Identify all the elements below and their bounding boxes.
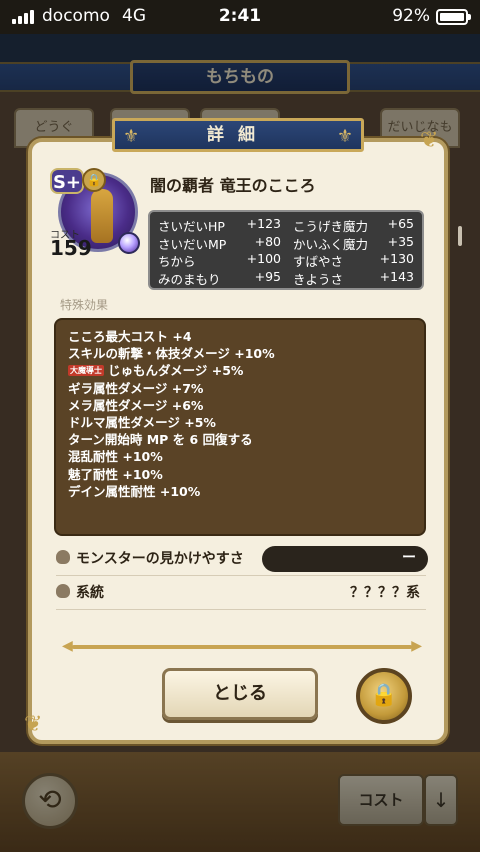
status-bar: docomo 4G 2:41 92% — [0, 0, 480, 34]
divider-line — [56, 609, 426, 610]
stat-name: さいだいMP — [158, 236, 227, 252]
fleur-icon: ⚜ — [336, 126, 353, 147]
stat-row: さいだいHP +123 こうげき魔力 +65 — [158, 216, 414, 234]
effect-item: スキルの斬撃・体技ダメージ +10% — [68, 346, 275, 362]
effect-item: 混乱耐性 +10% — [68, 449, 163, 465]
stat-value: +35 — [387, 233, 414, 249]
arrow-right-icon: ▶ — [411, 638, 422, 654]
battery-icon — [436, 9, 471, 25]
special-effects-label: 特殊効果 — [60, 298, 109, 312]
fleur-icon: ⚜ — [123, 126, 140, 147]
lock-toggle-button[interactable]: 🔒 — [356, 668, 412, 724]
effect-item: メラ属性ダメージ +6% — [68, 397, 204, 413]
visibility-row: モンスターの見かけやすさ ー — [56, 546, 428, 572]
effect-item: ターン開始時 MP を 6 回復する — [68, 432, 253, 448]
dialog-title-text: 詳細 — [207, 125, 269, 145]
battery-percent: 92% — [392, 6, 430, 26]
stat-value: +95 — [254, 268, 281, 284]
lineage-label: 系統 — [76, 585, 104, 601]
stat-name: みのまもり — [158, 271, 221, 287]
orb-icon — [118, 232, 140, 254]
effect-item: 大魔導士 じゅもんダメージ +5% — [68, 363, 244, 379]
monster-name: 闇の覇者 竜王のこころ — [150, 176, 316, 195]
stat-row: さいだいMP +80 かいふく魔力 +35 — [158, 234, 414, 252]
stat-row: ちから +100 すばやさ +130 — [158, 251, 414, 269]
stat-value: +65 — [387, 216, 414, 231]
visibility-label: モンスターの見かけやすさ — [76, 551, 244, 567]
stat-name: すばやさ — [292, 254, 343, 269]
rank-badge: S+ — [50, 168, 84, 194]
effect-item: 魅了耐性 +10% — [68, 466, 163, 482]
effect-item: デイン属性耐性 +10% — [68, 483, 201, 499]
stat-value: +143 — [379, 268, 414, 284]
stat-name: ちから — [158, 254, 196, 269]
visibility-value: ー — [262, 546, 428, 572]
monster-card: S+ 🔒 コスト 159 — [50, 168, 140, 260]
lock-icon: 🔒 — [82, 168, 106, 192]
stat-value: +80 — [254, 233, 281, 249]
stats-table: さいだいHP +123 こうげき魔力 +65 さいだいMP +80 かいふく魔力… — [148, 210, 424, 290]
cost-value: 159 — [50, 236, 92, 260]
lineage-row: 系統 ？？？？系 — [56, 580, 426, 606]
droplet-icon — [56, 584, 70, 598]
stat-row: みのまもり +95 きようさ +143 — [158, 269, 414, 287]
ornamental-divider: ◀ ▶ — [62, 638, 422, 654]
effect-item: ドルマ属性ダメージ +5% — [68, 414, 216, 430]
dialog-title: ⚜ 詳細 ⚜ — [112, 118, 364, 152]
corner-ornament-icon: ❦ — [420, 128, 439, 153]
job-tag: 大魔導士 — [68, 365, 104, 377]
stat-value: +100 — [246, 251, 281, 266]
effect-item: こころ最大コスト +4 — [68, 329, 192, 344]
stat-value: +130 — [379, 251, 414, 266]
lock-icon: 🔒 — [370, 683, 398, 708]
effect-item: ギラ属性ダメージ +7% — [68, 380, 204, 396]
divider-line — [56, 575, 426, 576]
droplet-icon — [56, 550, 70, 564]
stat-name: こうげき魔力 — [292, 219, 368, 234]
stat-name: さいだいHP — [158, 219, 225, 234]
lineage-value: ？？？？系 — [350, 585, 420, 601]
corner-ornament-icon: ❦ — [24, 712, 43, 737]
stat-value: +123 — [246, 216, 281, 231]
scrollbar[interactable] — [458, 226, 462, 246]
arrow-left-icon: ◀ — [62, 638, 73, 654]
close-button[interactable]: とじる — [162, 668, 318, 720]
stat-name: かいふく魔力 — [292, 236, 368, 252]
stat-name: きようさ — [292, 271, 343, 287]
special-effects-list: こころ最大コスト +4 スキルの斬撃・体技ダメージ +10% 大魔導士 じゅもんダ… — [54, 318, 426, 536]
